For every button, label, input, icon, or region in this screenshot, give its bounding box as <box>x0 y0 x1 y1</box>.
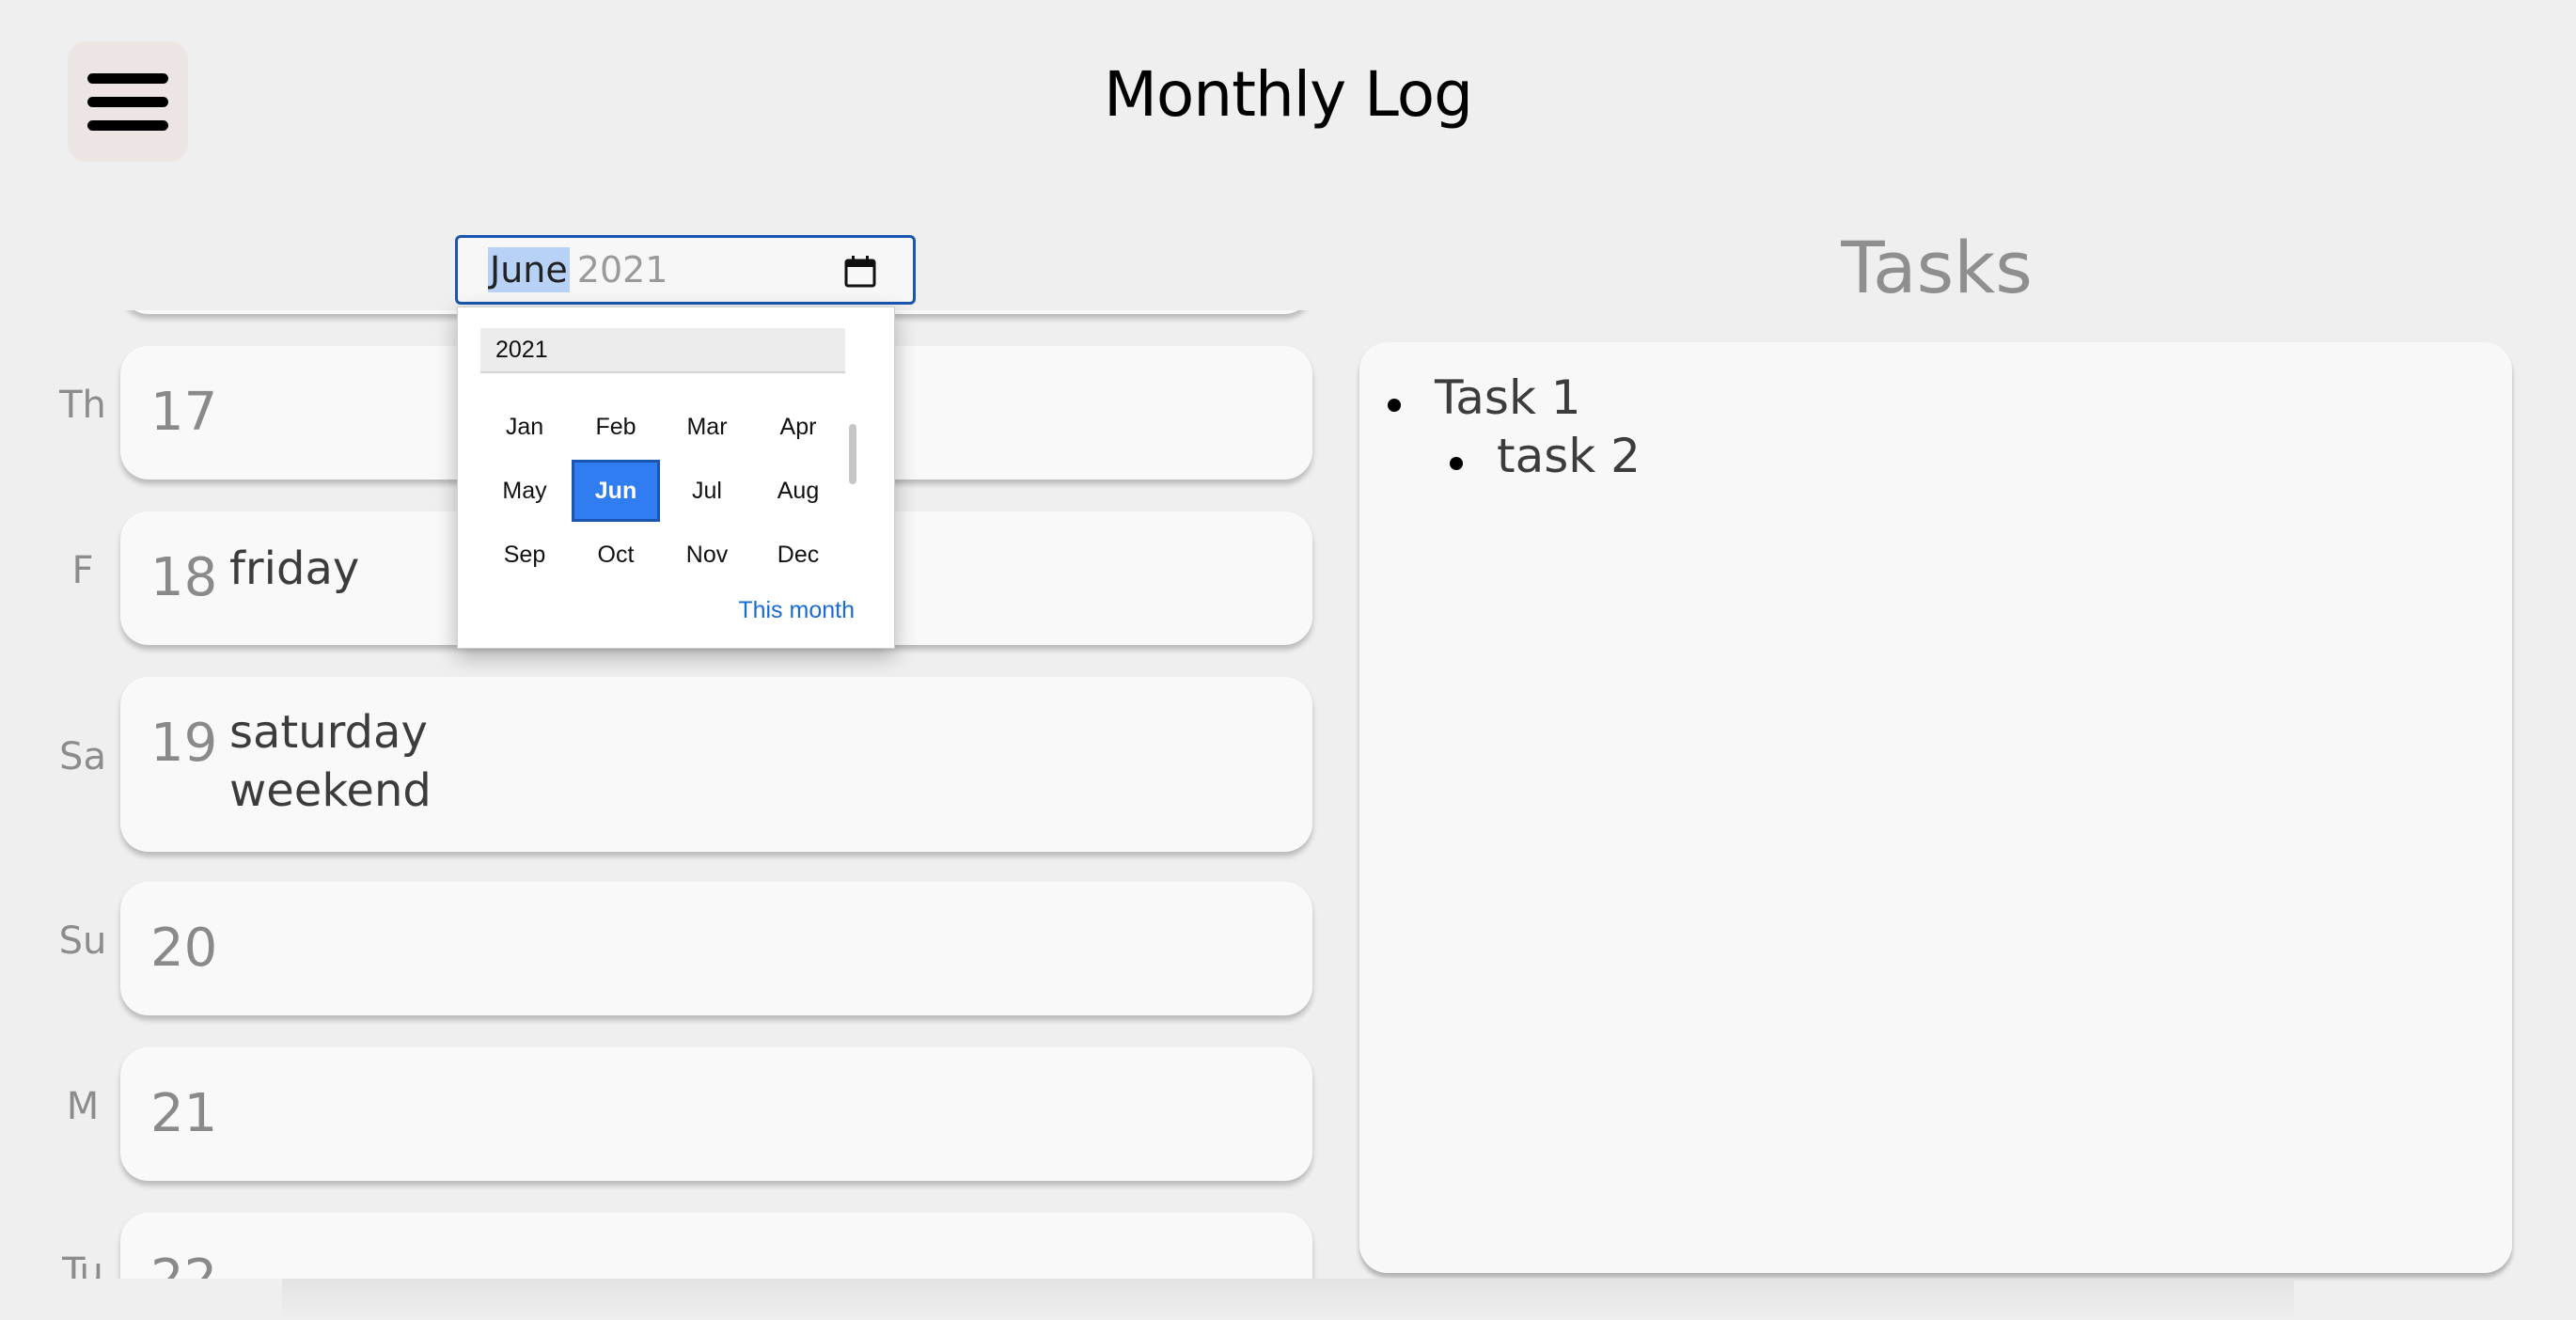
month-cell-oct[interactable]: Oct <box>572 524 660 586</box>
month-cell-jun[interactable]: Jun <box>572 460 660 522</box>
task-item[interactable]: Task 1 <box>1388 370 1581 425</box>
day-abbr: F <box>71 549 94 592</box>
day-abbr: Su <box>58 919 107 963</box>
month-cell-may[interactable]: May <box>480 460 569 522</box>
month-cell-dec[interactable]: Dec <box>754 524 842 586</box>
month-cell-apr[interactable]: Apr <box>754 396 842 458</box>
tasks-heading: Tasks <box>1841 226 2033 309</box>
task-item[interactable]: task 2 <box>1450 429 1641 483</box>
month-input[interactable]: June 2021 <box>455 235 916 305</box>
day-abbr: Th <box>59 384 106 427</box>
day-card[interactable]: 21 <box>120 1047 1312 1181</box>
month-cell-mar[interactable]: Mar <box>663 396 751 458</box>
day-note: friday <box>229 542 360 595</box>
month-cell-jul[interactable]: Jul <box>663 460 751 522</box>
month-cell-jan[interactable]: Jan <box>480 396 569 458</box>
day-number: 18 <box>150 547 218 608</box>
task-text: task 2 <box>1497 429 1641 483</box>
month-segment[interactable]: June <box>488 247 570 292</box>
tasks-panel[interactable]: Task 1 task 2 <box>1359 342 2512 1273</box>
day-note: saturday <box>229 706 428 759</box>
month-cell-sep[interactable]: Sep <box>480 524 569 586</box>
calendar-icon[interactable] <box>843 255 877 289</box>
day-number: 17 <box>150 382 218 443</box>
this-month-button[interactable]: This month <box>738 597 855 624</box>
year-segment[interactable]: 2021 <box>577 249 668 291</box>
day-number: 22 <box>150 1249 217 1279</box>
day-card[interactable]: 20 <box>120 882 1312 1015</box>
day-number: 20 <box>150 918 218 979</box>
day-note: weekend <box>229 764 432 817</box>
month-cell-feb[interactable]: Feb <box>572 396 660 458</box>
task-text: Task 1 <box>1435 370 1581 425</box>
day-abbr: Tu <box>62 1250 103 1279</box>
bottom-shadow <box>282 1279 2294 1320</box>
day-abbr: Sa <box>59 735 106 778</box>
bullet-icon <box>1388 399 1401 412</box>
popup-year-header[interactable]: 2021 <box>480 328 845 373</box>
month-cell-nov[interactable]: Nov <box>663 524 751 586</box>
popup-scrollbar[interactable] <box>849 424 856 484</box>
day-card[interactable]: 22 <box>120 1213 1312 1279</box>
bullet-icon <box>1450 457 1463 470</box>
month-picker-popup: 2021 Jan Feb Mar Apr May Jun Jul Aug Sep… <box>457 306 895 649</box>
day-notes[interactable]: friday <box>229 540 359 598</box>
day-card[interactable]: 19 saturday weekend <box>120 677 1312 852</box>
day-number: 21 <box>150 1083 218 1144</box>
day-number: 19 <box>150 713 218 774</box>
month-cell-aug[interactable]: Aug <box>754 460 842 522</box>
day-notes[interactable]: saturday weekend <box>229 703 432 820</box>
day-abbr: M <box>66 1085 100 1128</box>
page-title: Monthly Log <box>1103 58 1473 131</box>
